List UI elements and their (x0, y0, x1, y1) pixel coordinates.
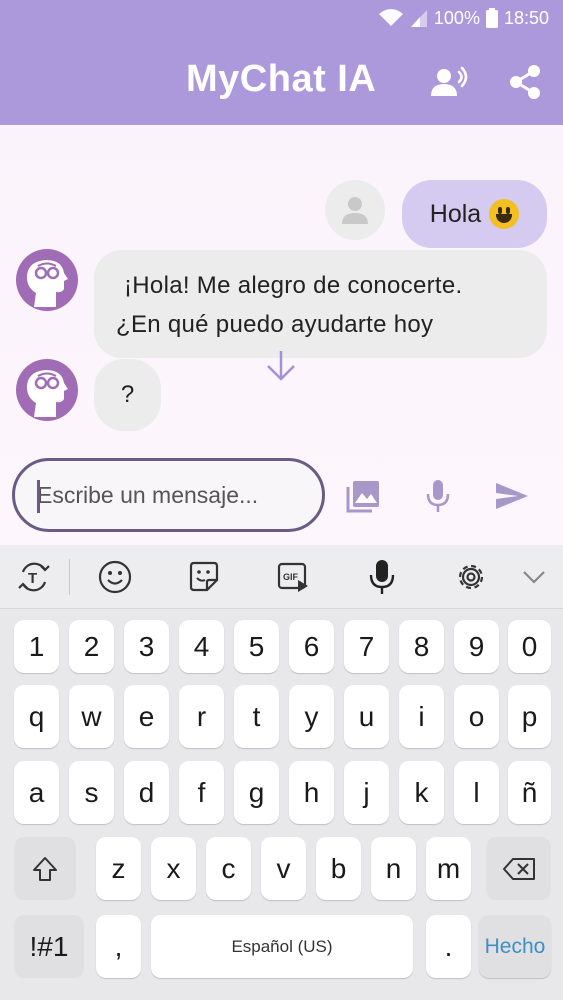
key-4[interactable]: 4 (179, 620, 224, 673)
microphone-icon[interactable] (418, 476, 458, 516)
user-message-bubble[interactable]: Hola (402, 180, 547, 248)
key-g[interactable]: g (234, 761, 279, 824)
key-y[interactable]: y (289, 685, 334, 748)
symbols-key[interactable]: !#1 (14, 915, 84, 978)
message-input-container[interactable] (12, 458, 325, 532)
gif-icon[interactable]: GIF (275, 559, 311, 595)
share-icon[interactable] (505, 62, 545, 102)
keyboard-toolbar: T GIF (0, 545, 563, 609)
collapse-icon[interactable] (516, 559, 552, 595)
svg-text:GIF: GIF (283, 572, 299, 582)
bot-avatar (16, 359, 78, 421)
key-f[interactable]: f (179, 761, 224, 824)
bot-message-bubble[interactable]: ? (94, 359, 161, 431)
voice-chat-icon[interactable] (430, 62, 470, 102)
settings-icon[interactable] (453, 559, 489, 595)
user-message-text: Hola (429, 199, 482, 228)
key-u[interactable]: u (344, 685, 389, 748)
key-z[interactable]: z (96, 837, 141, 900)
status-bar: 100% 18:50 (378, 6, 549, 30)
grinning-face-emoji-icon (489, 199, 520, 229)
key-r[interactable]: r (179, 685, 224, 748)
ai-head-icon (26, 370, 68, 417)
signal-icon (410, 8, 428, 28)
text-mode-icon[interactable]: T (16, 559, 52, 595)
key-c[interactable]: c (206, 837, 251, 900)
key-d[interactable]: d (124, 761, 169, 824)
svg-text:T: T (28, 570, 37, 587)
key-8[interactable]: 8 (399, 620, 444, 673)
key-h[interactable]: h (289, 761, 334, 824)
bot-message-bubble[interactable]: ¡Hola! Me alegro de conocerte. ¿En qué p… (94, 250, 547, 358)
ai-head-icon (26, 260, 68, 307)
key-j[interactable]: j (344, 761, 389, 824)
key-b[interactable]: b (316, 837, 361, 900)
on-screen-keyboard: T GIF 1 2 3 4 5 6 7 8 9 0 q w e r t y u … (0, 545, 563, 1000)
message-input[interactable] (37, 479, 307, 511)
backspace-icon (502, 857, 535, 880)
user-avatar (325, 180, 385, 240)
key-6[interactable]: 6 (289, 620, 334, 673)
image-icon[interactable] (343, 476, 383, 516)
voice-input-icon[interactable] (364, 559, 400, 595)
space-bar[interactable]: Español (US) (151, 915, 413, 978)
battery-icon (485, 8, 498, 28)
key-v[interactable]: v (261, 837, 306, 900)
key-t[interactable]: t (234, 685, 279, 748)
bot-avatar (16, 249, 78, 311)
bot-message-line: ¿En qué puedo ayudarte hoy (116, 311, 434, 338)
key-l[interactable]: l (454, 761, 499, 824)
key-n[interactable]: n (371, 837, 416, 900)
key-0[interactable]: 0 (508, 620, 551, 673)
app-header: 100% 18:50 MyChat IA (0, 0, 563, 125)
key-k[interactable]: k (399, 761, 444, 824)
scroll-down-arrow-icon[interactable] (264, 349, 298, 383)
sticker-icon[interactable] (186, 559, 222, 595)
emoji-icon[interactable] (97, 559, 133, 595)
key-m[interactable]: m (426, 837, 471, 900)
shift-key[interactable] (14, 837, 76, 900)
key-q[interactable]: q (14, 685, 59, 748)
key-5[interactable]: 5 (234, 620, 279, 673)
key-9[interactable]: 9 (454, 620, 499, 673)
toolbar-divider (69, 559, 70, 595)
done-key[interactable]: Hecho (479, 915, 551, 978)
clock: 18:50 (503, 7, 549, 28)
key-n-tilde[interactable]: ñ (508, 761, 551, 824)
bot-message-text: ? (120, 381, 135, 408)
period-key[interactable]: . (426, 915, 471, 978)
send-icon[interactable] (492, 476, 532, 516)
wifi-icon (378, 8, 404, 28)
key-2[interactable]: 2 (69, 620, 114, 673)
person-icon (342, 197, 368, 224)
key-7[interactable]: 7 (344, 620, 389, 673)
text-cursor (37, 480, 40, 513)
key-s[interactable]: s (69, 761, 114, 824)
key-1[interactable]: 1 (14, 620, 59, 673)
key-i[interactable]: i (399, 685, 444, 748)
key-w[interactable]: w (69, 685, 114, 748)
comma-key[interactable]: , (96, 915, 141, 978)
key-a[interactable]: a (14, 761, 59, 824)
shift-icon (33, 856, 57, 881)
key-x[interactable]: x (151, 837, 196, 900)
key-o[interactable]: o (454, 685, 499, 748)
bot-message-line: ¡Hola! Me alegro de conocerte. (124, 272, 463, 299)
key-3[interactable]: 3 (124, 620, 169, 673)
backspace-key[interactable] (486, 837, 551, 900)
page-title: MyChat IA (186, 58, 377, 100)
key-e[interactable]: e (124, 685, 169, 748)
key-p[interactable]: p (508, 685, 551, 748)
battery-percent: 100% (433, 7, 480, 28)
